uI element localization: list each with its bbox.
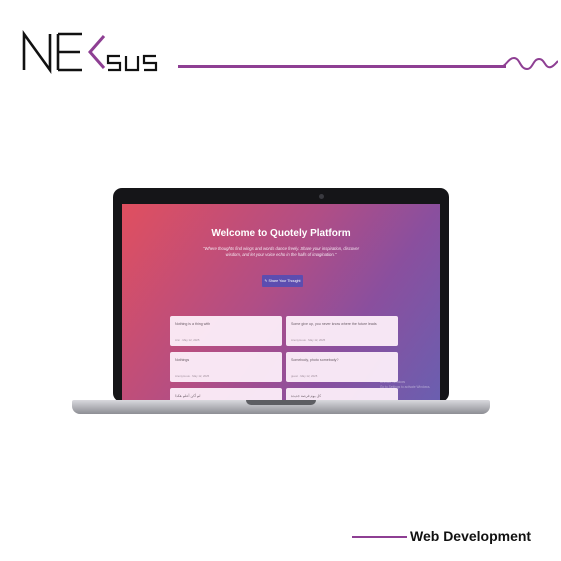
hero-text: "Where thoughts find wings and words dan… — [203, 246, 359, 257]
neksus-logo — [22, 30, 158, 74]
quote-text: لم أكن أعلم هكذا — [175, 394, 201, 398]
quote-text: Nothing is a thing with — [175, 322, 211, 326]
quote-meta: Anonymous · May 12, 2025 — [175, 374, 210, 378]
quote-text: Somebody, photo somebody? — [291, 358, 339, 362]
quote-card[interactable]: Nothings Anonymous · May 12, 2025 — [170, 352, 282, 382]
hero-title: Welcome to Quotely Platform — [211, 228, 351, 239]
quote-card[interactable]: Some give up, you never know where the f… — [286, 316, 398, 346]
quote-meta: Anonymous · May 12, 2025 — [291, 338, 326, 342]
quote-meta: Ann · May 12, 2025 — [175, 338, 200, 342]
laptop-mockup: Welcome to Quotely Platform "Where thoug… — [72, 186, 490, 426]
share-thought-button[interactable]: ✎ Share Your Thought — [262, 275, 303, 287]
brand-divider-line — [178, 65, 506, 68]
footer-label: Web Development — [410, 528, 532, 544]
camera-icon — [319, 194, 324, 199]
quote-text: كل يوم فرصة جديدة — [291, 394, 322, 398]
quote-text: Nothings — [175, 358, 190, 362]
quote-text: Some give up, you never know where the f… — [291, 322, 377, 326]
wave-decoration — [500, 56, 558, 71]
quote-card[interactable]: Nothing is a thing with Ann · May 12, 20… — [170, 316, 282, 346]
laptop-screen: Welcome to Quotely Platform "Where thoug… — [122, 204, 440, 402]
footer-line — [352, 536, 407, 538]
quote-meta: guest · May 12, 2025 — [291, 374, 318, 378]
watermark-line2: Go to Settings to activate Windows. — [380, 385, 431, 389]
quote-card[interactable]: Somebody, photo somebody? guest · May 12… — [286, 352, 398, 382]
windows-watermark: Activate Windows Go to Settings to activ… — [380, 380, 430, 390]
laptop-notch — [246, 400, 316, 405]
